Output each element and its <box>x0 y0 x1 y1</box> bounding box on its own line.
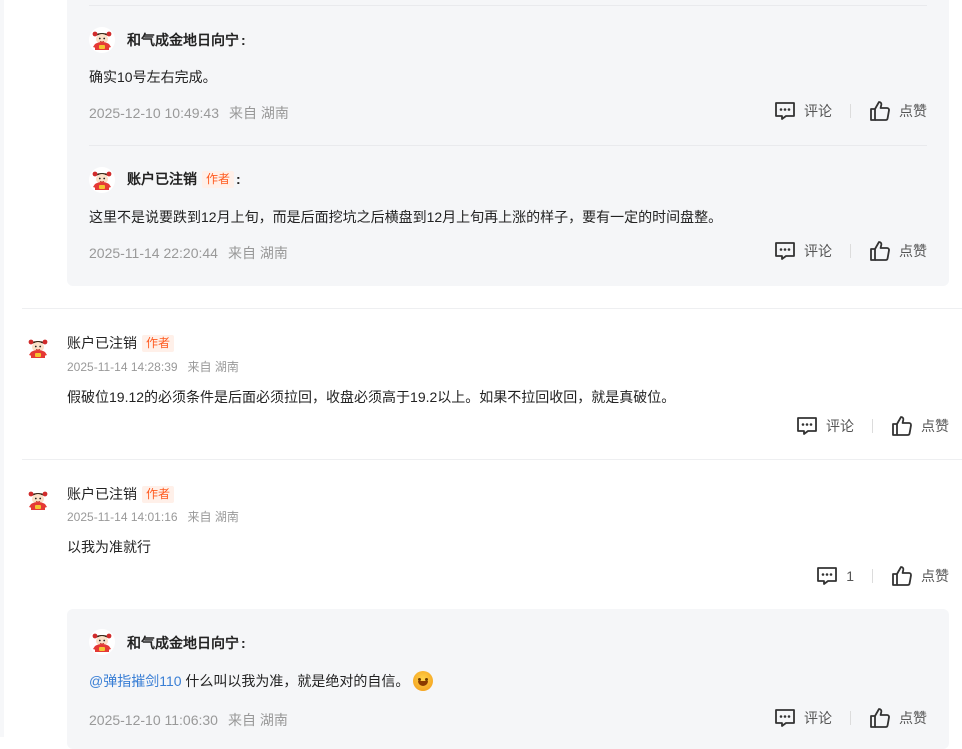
comment-button[interactable]: 1 <box>816 565 854 587</box>
action-divider <box>850 244 851 258</box>
reply-actions: 评论 点赞 <box>774 100 927 122</box>
comment-username[interactable]: 账户已注销 作者 <box>67 484 175 504</box>
comment-actions: 评论 点赞 <box>796 415 949 437</box>
reply-thread: 和气成金地日向宁: 确实10号左右完成。 2025-12-10 10:49:43… <box>67 0 949 286</box>
left-rule <box>0 0 4 737</box>
reply-location: 来自 湖南 <box>227 245 288 261</box>
comment-icon <box>816 565 838 587</box>
comment-meta: 2025-11-14 14:28:39 来自 湖南 <box>67 358 239 375</box>
action-divider <box>872 569 873 583</box>
reply-username-text[interactable]: 和气成金地日向宁 <box>127 635 239 651</box>
avatar[interactable] <box>89 167 115 193</box>
comment-divider <box>22 308 962 309</box>
reply-username[interactable]: 账户已注销 作者: <box>127 169 241 189</box>
comment-meta: 2025-11-14 14:01:16 来自 湖南 <box>67 508 239 525</box>
comment-divider <box>22 459 962 460</box>
reply-meta: 2025-12-10 11:06:30 来自 湖南 <box>89 710 288 730</box>
reply-text: 确实10号左右完成。 <box>89 69 217 85</box>
reply-time: 2025-11-14 22:20:44 <box>89 245 218 261</box>
avatar-icon <box>25 487 51 513</box>
comment-text: 假破位19.12的必须条件是后面必须拉回，收盘必须高于19.2以上。如果不拉回收… <box>67 389 676 405</box>
like-button[interactable]: 点赞 <box>869 707 927 729</box>
reply-count: 1 <box>846 568 854 584</box>
comment-label: 评论 <box>826 418 854 434</box>
avatar[interactable] <box>89 27 115 53</box>
reply-username-text[interactable]: 账户已注销 <box>127 171 197 187</box>
like-label: 点赞 <box>921 418 949 434</box>
action-divider <box>850 104 851 118</box>
reply-thread: 和气成金地日向宁: @弹指摧剑110 什么叫以我为准，就是绝对的自信。 2025… <box>67 609 949 749</box>
comment-time: 2025-11-14 14:01:16 <box>67 510 178 524</box>
comment-label: 评论 <box>804 243 832 259</box>
action-divider <box>850 711 851 725</box>
comment-button[interactable]: 评论 <box>796 415 854 437</box>
like-button[interactable]: 点赞 <box>869 240 927 262</box>
comment-actions: 1 点赞 <box>816 565 949 587</box>
reply-item: 账户已注销 作者: 这里不是说要跌到12月上旬，而是后面挖坑之后横盘到12月上旬再… <box>89 145 927 285</box>
author-tag: 作者 <box>142 335 175 352</box>
like-button[interactable]: 点赞 <box>891 565 949 587</box>
comment-text: 以我为准就行 <box>67 539 151 555</box>
like-label: 点赞 <box>921 568 949 584</box>
like-icon <box>891 565 913 587</box>
like-button[interactable]: 点赞 <box>869 100 927 122</box>
reply-item: 和气成金地日向宁: @弹指摧剑110 什么叫以我为准，就是绝对的自信。 2025… <box>89 609 927 749</box>
comment-username-text[interactable]: 账户已注销 <box>67 335 137 351</box>
reply-actions: 评论 点赞 <box>774 707 927 729</box>
reply-text-body: 什么叫以我为准，就是绝对的自信。 <box>181 673 410 689</box>
comment-icon <box>796 415 818 437</box>
reply-meta: 2025-12-10 10:49:43 来自 湖南 <box>89 103 289 123</box>
reply-username-text[interactable]: 和气成金地日向宁 <box>127 32 239 48</box>
mention-link[interactable]: @弹指摧剑110 <box>89 673 182 689</box>
comment-button[interactable]: 评论 <box>774 100 832 122</box>
divider <box>89 5 927 6</box>
avatar[interactable] <box>25 487 51 513</box>
reply-actions: 评论 点赞 <box>774 240 927 262</box>
comment-button[interactable]: 评论 <box>774 240 832 262</box>
comment-username-text[interactable]: 账户已注销 <box>67 486 137 502</box>
reply-location: 来自 湖南 <box>227 712 288 728</box>
comment-button[interactable]: 评论 <box>774 707 832 729</box>
like-label: 点赞 <box>899 243 927 259</box>
like-label: 点赞 <box>899 103 927 119</box>
reply-meta: 2025-11-14 22:20:44 来自 湖南 <box>89 243 288 263</box>
avatar-icon <box>89 167 115 193</box>
like-icon <box>869 100 891 122</box>
smile-emoji-icon <box>413 671 434 691</box>
like-label: 点赞 <box>899 710 927 726</box>
comment-label: 评论 <box>804 710 832 726</box>
avatar[interactable] <box>89 629 115 655</box>
like-icon <box>869 240 891 262</box>
comment-time: 2025-11-14 14:28:39 <box>67 360 178 374</box>
like-icon <box>869 707 891 729</box>
reply-username[interactable]: 和气成金地日向宁: <box>127 633 246 653</box>
divider <box>89 145 927 146</box>
comment-icon <box>774 240 796 262</box>
reply-text: @弹指摧剑110 什么叫以我为准，就是绝对的自信。 <box>89 671 434 691</box>
avatar-icon <box>89 629 115 655</box>
reply-location: 来自 湖南 <box>229 105 289 121</box>
avatar[interactable] <box>25 335 51 361</box>
reply-text: 这里不是说要跌到12月上旬，而是后面挖坑之后横盘到12月上旬再上涨的样子，要有一… <box>89 209 723 225</box>
action-divider <box>872 419 873 433</box>
like-button[interactable]: 点赞 <box>891 415 949 437</box>
reply-username[interactable]: 和气成金地日向宁: <box>127 30 246 50</box>
avatar-icon <box>25 335 51 361</box>
avatar-icon <box>89 27 115 53</box>
comment-label: 评论 <box>804 103 832 119</box>
reply-time: 2025-12-10 10:49:43 <box>89 105 219 121</box>
comment-location: 来自 湖南 <box>187 510 239 524</box>
reply-item: 和气成金地日向宁: 确实10号左右完成。 2025-12-10 10:49:43… <box>89 0 927 138</box>
like-icon <box>891 415 913 437</box>
comment-icon <box>774 100 796 122</box>
author-tag: 作者 <box>142 486 175 503</box>
comment-icon <box>774 707 796 729</box>
reply-time: 2025-12-10 11:06:30 <box>89 712 218 728</box>
comment-location: 来自 湖南 <box>187 360 239 374</box>
author-tag: 作者 <box>202 171 235 188</box>
comment-username[interactable]: 账户已注销 作者 <box>67 333 175 353</box>
